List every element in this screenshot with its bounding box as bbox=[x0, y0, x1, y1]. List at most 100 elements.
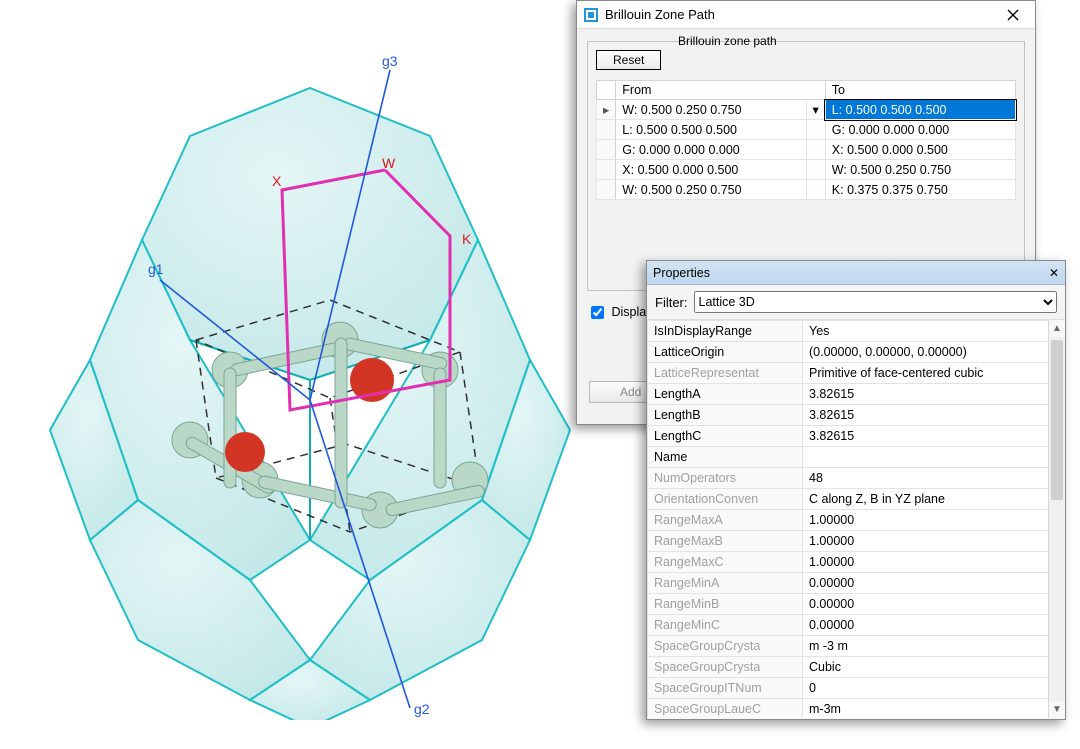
property-value[interactable]: 3.82615 bbox=[803, 384, 1065, 405]
property-value[interactable]: 3.82615 bbox=[803, 426, 1065, 447]
from-dropdown[interactable] bbox=[806, 140, 825, 160]
property-value[interactable]: Primitive of face-centered cubic bbox=[803, 363, 1065, 384]
close-button[interactable] bbox=[997, 4, 1029, 26]
table-row: L: 0.500 0.500 0.500 G: 0.000 0.000 0.000 bbox=[597, 120, 1016, 140]
scroll-up-arrow[interactable]: ▲ bbox=[1049, 320, 1065, 337]
property-value[interactable]: 0.00000 bbox=[803, 594, 1065, 615]
property-name[interactable]: SpaceGroupCrysta bbox=[648, 636, 803, 657]
property-value[interactable]: 0.00000 bbox=[803, 573, 1065, 594]
property-value[interactable]: C along Z, B in YZ plane bbox=[803, 489, 1065, 510]
col-to[interactable]: To bbox=[825, 81, 1015, 100]
property-value[interactable]: m -3 m bbox=[803, 636, 1065, 657]
row-selector[interactable] bbox=[597, 180, 616, 200]
display-checkbox[interactable] bbox=[591, 306, 604, 319]
row-selector[interactable] bbox=[597, 160, 616, 180]
property-value[interactable]: m-3m bbox=[803, 699, 1065, 719]
scroll-down-arrow[interactable]: ▼ bbox=[1049, 701, 1065, 718]
dialog-titlebar[interactable]: Brillouin Zone Path bbox=[577, 1, 1035, 29]
property-name[interactable]: NumOperators bbox=[648, 468, 803, 489]
from-cell[interactable]: X: 0.500 0.000 0.500 bbox=[616, 160, 806, 180]
display-checkbox-label[interactable]: Display bbox=[587, 305, 652, 319]
kpoint-K: K bbox=[462, 231, 472, 247]
property-value[interactable]: (0.00000, 0.00000, 0.00000) bbox=[803, 342, 1065, 363]
property-name[interactable]: RangeMaxA bbox=[648, 510, 803, 531]
from-cell[interactable]: L: 0.500 0.500 0.500 bbox=[616, 120, 806, 140]
from-cell[interactable]: W: 0.500 0.250 0.750 bbox=[616, 100, 806, 120]
row-selector[interactable] bbox=[597, 140, 616, 160]
property-name[interactable]: RangeMinA bbox=[648, 573, 803, 594]
property-row: RangeMaxB1.00000 bbox=[648, 531, 1065, 552]
property-name[interactable]: LengthB bbox=[648, 405, 803, 426]
col-from[interactable]: From bbox=[616, 81, 826, 100]
property-value[interactable]: 48 bbox=[803, 468, 1065, 489]
to-cell[interactable]: W: 0.500 0.250 0.750 bbox=[825, 160, 1015, 180]
scroll-thumb[interactable] bbox=[1051, 340, 1063, 500]
property-row: LengthB3.82615 bbox=[648, 405, 1065, 426]
property-name[interactable]: LengthC bbox=[648, 426, 803, 447]
from-dropdown[interactable] bbox=[806, 160, 825, 180]
bzp-section: Reset Brillouin zone path From To ▸W: 0.… bbox=[587, 41, 1025, 291]
property-name[interactable]: SpaceGroupLaueC bbox=[648, 699, 803, 719]
filter-label: Filter: bbox=[655, 295, 688, 310]
from-dropdown[interactable] bbox=[806, 180, 825, 200]
properties-close-button[interactable]: ✕ bbox=[1049, 266, 1059, 280]
property-row: RangeMaxC1.00000 bbox=[648, 552, 1065, 573]
property-value[interactable]: 0.00000 bbox=[803, 615, 1065, 636]
property-name[interactable]: OrientationConven bbox=[648, 489, 803, 510]
viewport-3d[interactable]: g1 g2 g3 W X K bbox=[30, 40, 590, 720]
scrollbar[interactable]: ▲ ▼ bbox=[1048, 320, 1065, 718]
property-value[interactable] bbox=[803, 447, 1065, 468]
brillouin-zone-render: g1 g2 g3 W X K bbox=[30, 40, 590, 720]
property-name[interactable]: IsInDisplayRange bbox=[648, 321, 803, 342]
filter-select[interactable]: Lattice 3D bbox=[694, 291, 1058, 313]
app-stage: g1 g2 g3 W X K Brillouin Zone Path Reset… bbox=[0, 0, 1080, 749]
from-dropdown[interactable] bbox=[806, 120, 825, 140]
properties-title: Properties bbox=[653, 266, 1049, 280]
property-row: LatticeRepresentatPrimitive of face-cent… bbox=[648, 363, 1065, 384]
properties-titlebar[interactable]: Properties ✕ bbox=[647, 261, 1065, 285]
property-value[interactable]: 3.82615 bbox=[803, 405, 1065, 426]
axis-label-g1: g1 bbox=[148, 261, 164, 277]
property-value[interactable]: 1.00000 bbox=[803, 531, 1065, 552]
to-cell[interactable]: L: 0.500 0.500 0.500 bbox=[825, 100, 1015, 120]
reset-button[interactable]: Reset bbox=[596, 50, 661, 70]
property-value[interactable]: 1.00000 bbox=[803, 552, 1065, 573]
property-value[interactable]: Cubic bbox=[803, 657, 1065, 678]
property-name[interactable]: RangeMinB bbox=[648, 594, 803, 615]
property-name[interactable]: RangeMaxC bbox=[648, 552, 803, 573]
property-row: LengthA3.82615 bbox=[648, 384, 1065, 405]
to-cell[interactable]: K: 0.375 0.375 0.750 bbox=[825, 180, 1015, 200]
kpoint-X: X bbox=[272, 173, 282, 189]
to-cell[interactable]: X: 0.500 0.000 0.500 bbox=[825, 140, 1015, 160]
property-name[interactable]: LatticeRepresentat bbox=[648, 363, 803, 384]
app-icon bbox=[583, 7, 599, 23]
property-row: LatticeOrigin(0.00000, 0.00000, 0.00000) bbox=[648, 342, 1065, 363]
property-name[interactable]: RangeMinC bbox=[648, 615, 803, 636]
row-selector[interactable] bbox=[597, 120, 616, 140]
property-row: NumOperators48 bbox=[648, 468, 1065, 489]
properties-grid: IsInDisplayRangeYesLatticeOrigin(0.00000… bbox=[647, 320, 1065, 718]
property-name[interactable]: LengthA bbox=[648, 384, 803, 405]
properties-panel: Properties ✕ Filter: Lattice 3D IsInDisp… bbox=[646, 260, 1066, 720]
from-dropdown[interactable]: ▾ bbox=[806, 100, 825, 120]
to-cell[interactable]: G: 0.000 0.000 0.000 bbox=[825, 120, 1015, 140]
property-name[interactable]: LatticeOrigin bbox=[648, 342, 803, 363]
property-name[interactable]: SpaceGroupITNum bbox=[648, 678, 803, 699]
property-value[interactable]: 1.00000 bbox=[803, 510, 1065, 531]
property-row: LengthC3.82615 bbox=[648, 426, 1065, 447]
property-value[interactable]: 0 bbox=[803, 678, 1065, 699]
property-row: RangeMaxA1.00000 bbox=[648, 510, 1065, 531]
property-name[interactable]: RangeMaxB bbox=[648, 531, 803, 552]
from-cell[interactable]: W: 0.500 0.250 0.750 bbox=[616, 180, 806, 200]
table-row: ▸W: 0.500 0.250 0.750▾L: 0.500 0.500 0.5… bbox=[597, 100, 1016, 120]
property-row: OrientationConvenC along Z, B in YZ plan… bbox=[648, 489, 1065, 510]
filter-row: Filter: Lattice 3D bbox=[647, 285, 1065, 320]
property-name[interactable]: Name bbox=[648, 447, 803, 468]
property-row: IsInDisplayRangeYes bbox=[648, 321, 1065, 342]
table-row: X: 0.500 0.000 0.500 W: 0.500 0.250 0.750 bbox=[597, 160, 1016, 180]
property-name[interactable]: SpaceGroupCrysta bbox=[648, 657, 803, 678]
property-row: RangeMinC0.00000 bbox=[648, 615, 1065, 636]
row-selector[interactable]: ▸ bbox=[597, 100, 616, 120]
from-cell[interactable]: G: 0.000 0.000 0.000 bbox=[616, 140, 806, 160]
property-value[interactable]: Yes bbox=[803, 321, 1065, 342]
